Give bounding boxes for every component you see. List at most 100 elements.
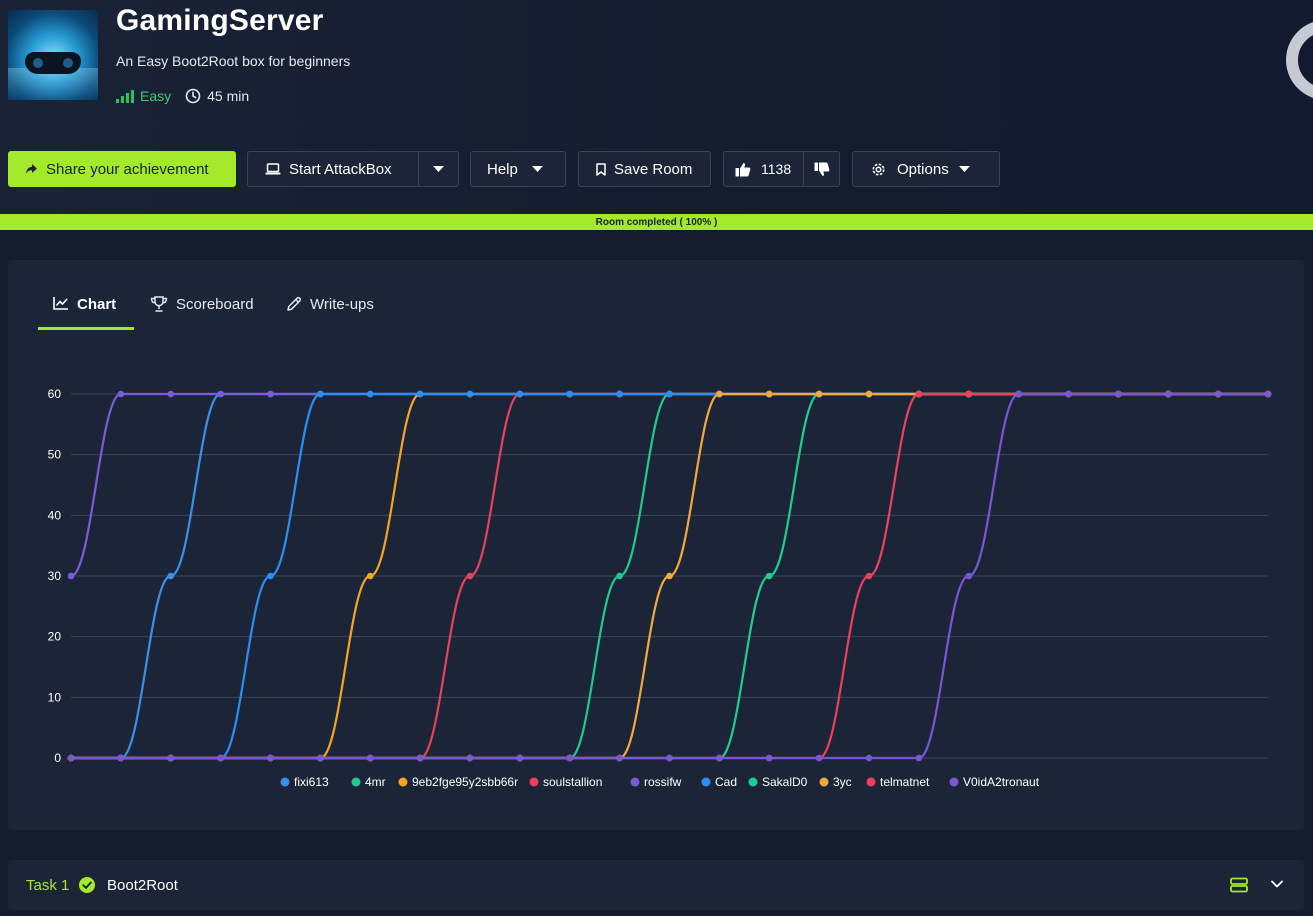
task-title: Boot2Root [107,877,178,894]
data-point [416,754,424,762]
y-tick-label: 60 [48,387,62,401]
series-line [70,392,1268,578]
data-point [366,390,374,398]
completion-ring [1286,20,1313,100]
y-tick-label: 0 [54,751,61,765]
data-point [117,390,125,398]
legend-marker [949,777,959,787]
data-point [616,390,623,398]
data-point [865,754,873,762]
room-thumbnail [8,10,98,100]
task-1-row[interactable]: Task 1 Boot2Root [8,860,1304,910]
room-progress-bar: Room completed ( 100% ) [0,214,1313,230]
bookmark-icon [596,162,606,176]
data-point [1015,390,1022,398]
legend-marker [819,777,829,787]
data-point [815,754,823,762]
y-tick-label: 50 [48,448,62,462]
legend-label: soulstallion [543,775,602,789]
options-button[interactable]: Options [852,151,1000,187]
help-button[interactable]: Help [470,151,566,187]
room-stats-panel: 0 10 20 30 40 50 60 fixi613 4mr 9eb2fge95y2sbb66r… [8,260,1304,830]
data-point [516,390,524,398]
legend-label: 4mr [365,775,386,789]
tab-scoreboard[interactable]: Scoreboard [150,288,254,330]
chevron-down-icon[interactable] [1270,877,1284,891]
save-room-button[interactable]: Save Room [578,151,711,187]
data-point [1115,390,1122,398]
data-point [466,754,474,762]
options-label: Options [897,160,949,178]
caret-down-icon [531,166,543,172]
clock-icon [185,88,201,104]
data-point [566,390,574,398]
legend-label: 3yc [833,775,852,789]
laptop-icon [265,163,281,175]
data-point [765,754,773,762]
legend-label: rossifw [644,775,682,789]
data-point [965,572,973,580]
legend-label: fixi613 [294,775,329,789]
data-point [516,754,524,762]
legend-label: Cad [715,775,737,789]
help-label: Help [487,160,518,178]
vote-button-group: 1138 [723,151,840,187]
share-label: Share your achievement [46,160,209,178]
data-point [666,754,673,762]
y-tick-label: 40 [48,508,62,522]
data-point [965,390,973,398]
attackbox-button-group: Start AttackBox [247,151,459,187]
data-point [765,572,773,580]
data-point [267,390,274,398]
pencil-icon [287,296,302,311]
legend-label: V0idA2tronaut [963,775,1040,789]
share-icon [26,164,37,174]
data-point [67,754,75,762]
data-point [466,572,474,580]
data-point [1164,390,1172,398]
data-point [117,754,125,762]
tab-chart[interactable]: Chart [38,288,134,330]
tab-writeups[interactable]: Write-ups [286,288,374,330]
data-point [616,754,623,762]
data-point [616,572,623,580]
dislike-button[interactable] [804,162,839,177]
task-number: Task 1 [26,877,70,894]
legend-label: SakalD0 [762,775,808,789]
thumbs-down-icon [814,162,830,176]
legend-marker [866,777,876,787]
data-point [915,390,923,398]
like-button[interactable]: 1138 [724,152,805,186]
start-attackbox-button[interactable]: Start AttackBox [248,152,420,186]
thumbs-up-icon [735,162,751,176]
data-point [915,754,923,762]
data-point [1065,390,1072,398]
data-point [815,390,823,398]
y-tick-label: 10 [48,690,62,704]
data-point [217,754,224,762]
data-point [666,390,673,398]
completion-chart: 0 10 20 30 40 50 60 fixi613 4mr 9eb2fge95y2sbb66r… [48,387,1272,789]
room-subtitle: An Easy Boot2Root box for beginners [116,53,351,69]
data-point [865,390,873,398]
data-point [566,754,574,762]
legend-marker [701,777,711,787]
data-point [366,754,374,762]
tab-scoreboard-label: Scoreboard [176,296,254,313]
gear-icon [872,163,885,175]
save-room-label: Save Room [614,160,693,178]
attackbox-dropdown-toggle[interactable] [419,166,458,172]
legend-marker [529,777,539,787]
data-point [1214,390,1222,398]
data-point [167,572,175,580]
server-stack-icon[interactable] [1230,877,1248,893]
legend-marker [748,777,758,787]
data-point [267,572,274,580]
legend-label: 9eb2fge95y2sbb66r [412,775,518,789]
data-point [1264,390,1272,398]
share-achievement-button[interactable]: Share your achievement [8,151,236,187]
data-point [267,754,274,762]
room-title: GamingServer [116,4,324,37]
tab-chart-label: Chart [77,296,117,313]
gamepad-icon [25,52,81,74]
